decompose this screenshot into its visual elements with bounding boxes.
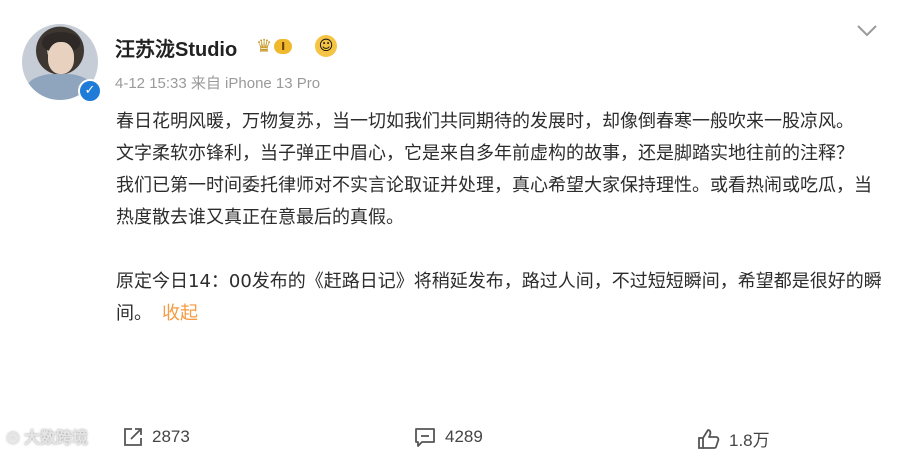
action-bar: 2873 4289 1.8万 <box>0 420 900 455</box>
like-button[interactable]: 1.8万 <box>697 426 770 451</box>
author-name[interactable]: 汪苏泷Studio <box>115 33 237 62</box>
verified-check-icon: ✓ <box>78 79 102 103</box>
post-paragraph: 春日花明风暖，万物复苏，当一切如我们共同期待的发展时，却像倒春寒一般吹来一股凉风… <box>116 111 854 132</box>
comment-icon <box>415 428 435 447</box>
chevron-down-icon[interactable] <box>852 22 882 42</box>
post-content: 春日花明风暖，万物复苏，当一切如我们共同期待的发展时，却像倒春寒一般吹来一股凉风… <box>116 106 886 330</box>
like-count: 1.8万 <box>729 431 770 450</box>
post-paragraph: 我们已第一时间委托律师对不实言论取证并处理，真心希望大家保持理性。或看热闹或吃瓜… <box>116 175 872 228</box>
post-paragraph: 文字柔软亦锋利，当子弹正中眉心，它是来自多年前虚构的故事，还是脚踏实地往前的注释… <box>116 143 854 164</box>
vip-badge[interactable]: ♛ I <box>256 35 302 57</box>
post-paragraph: 原定今日14：00发布的《赶路日记》将稍延发布，路过人间，不过短短瞬间，希望都是… <box>116 271 882 324</box>
comment-count: 4289 <box>445 427 483 446</box>
vip-level: I <box>274 38 293 54</box>
post-paragraph-last: 原定今日14：00发布的《赶路日记》将稍延发布，路过人间，不过短短瞬间，希望都是… <box>116 266 886 330</box>
fan-badge-icon[interactable]: ☺ <box>315 35 337 57</box>
repost-button[interactable]: 2873 <box>122 426 190 448</box>
vip-crown-icon: ♛ <box>256 35 273 57</box>
comment-button[interactable]: 4289 <box>413 426 483 448</box>
collapse-link[interactable]: 收起 <box>162 303 198 324</box>
thumbs-up-icon <box>698 428 720 449</box>
avatar-face <box>48 42 74 74</box>
repost-count: 2873 <box>152 427 190 446</box>
post-meta: 4-12 15:33 来自 iPhone 13 Pro <box>115 75 321 92</box>
repost-icon <box>124 428 142 446</box>
